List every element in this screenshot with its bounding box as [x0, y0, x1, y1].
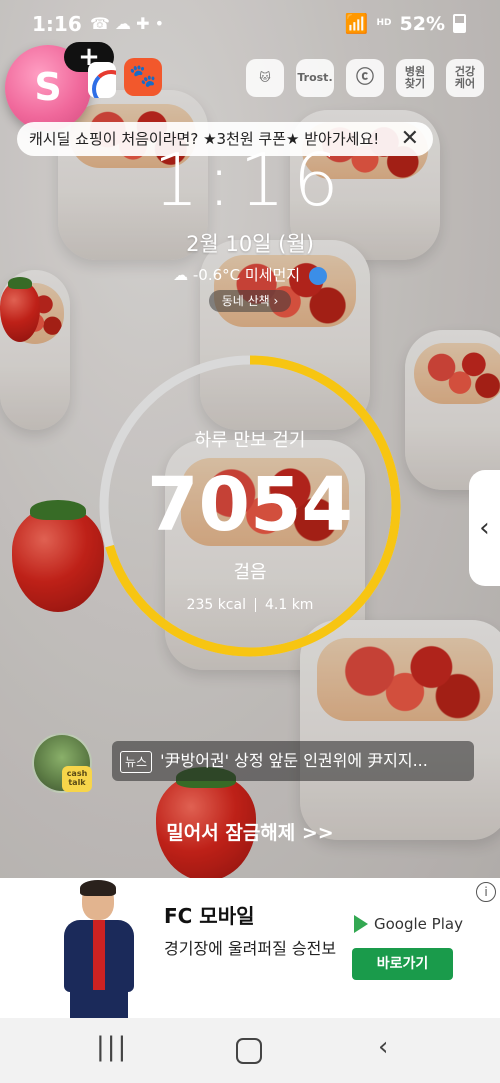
home-button[interactable] [236, 1038, 262, 1064]
cloud-icon: ☁ [173, 266, 189, 284]
trost-app-icon[interactable]: Trost. [296, 59, 334, 97]
google-play-icon [354, 915, 368, 933]
kcal-value: 235 kcal [186, 597, 246, 613]
lock-date: 2월 10일 (월) [186, 232, 314, 256]
distance-value: 4.1 km [264, 597, 314, 613]
status-time: 1:16 [32, 12, 82, 36]
weather-text: -0.6°C 미세먼지 [192, 266, 301, 284]
lock-clock: 1:16 [153, 138, 347, 222]
google-play-label: Google Play [374, 915, 463, 933]
battery-icon [453, 14, 466, 33]
news-ticker[interactable]: 뉴스 '尹방어권' 상정 앞둔 인권위에 尹지지... [112, 741, 474, 781]
ad-title: FC 모바일 [164, 904, 255, 928]
cashtalk-badge: cash talk [62, 766, 92, 792]
paw-app-icon[interactable]: 🐾 [124, 58, 162, 96]
step-goal-label: 하루 만보 걷기 [194, 430, 306, 451]
health-care-label: 건강 케어 [454, 65, 476, 90]
ad-cta-button[interactable]: 바로가기 [352, 948, 453, 980]
back-button[interactable]: ‹ [378, 1032, 388, 1062]
news-headline: '尹방어권' 상정 앞둔 인권위에 尹지지... [160, 751, 428, 770]
swipe-unlock-hint[interactable]: 밀어서 잠금해제 >> [0, 818, 500, 845]
ad-subtitle: 경기장에 울려퍼질 승전보 [164, 939, 337, 958]
edge-panel-handle[interactable]: ‹ [469, 470, 500, 586]
weather-line: ☁ -0.6°C 미세먼지 [0, 264, 500, 285]
hd-voice-icon: HD [376, 18, 392, 28]
hospital-finder-app[interactable]: 병원 찾기 [396, 59, 434, 97]
battery-percent: 52% [399, 12, 445, 35]
trost-label: Trost. [297, 71, 333, 84]
google-play-logo: Google Play [354, 915, 463, 933]
navigation-bar: ||| ‹ [0, 1018, 500, 1083]
step-stats: 235 kcal 4.1 km [96, 597, 404, 613]
neighborhood-walk-button[interactable]: 동네 산책 › [209, 290, 291, 312]
status-bar: 1:16 ☎ ☁ ✚ • 📶 HD 52% [0, 0, 500, 44]
rainbow-app-icon[interactable] [88, 62, 116, 98]
hospital-finder-label: 병원 찾기 [404, 65, 426, 90]
wifi-icon: 📶 [344, 13, 369, 35]
news-badge: 뉴스 [120, 750, 153, 773]
coin-app-icon[interactable]: ⓒ [346, 59, 384, 97]
step-count: 7054 [147, 462, 353, 548]
health-care-app[interactable]: 건강 케어 [446, 59, 484, 97]
recent-apps-button[interactable]: ||| [96, 1032, 128, 1062]
air-quality-good-icon [308, 266, 327, 285]
bottom-ad[interactable]: FC 모바일 경기장에 울려퍼질 승전보 Google Play 바로가기 i [0, 878, 500, 1018]
cat-app-icon[interactable]: 🐱 [246, 59, 284, 97]
step-counter-widget[interactable]: 하루 만보 걷기 7054 걸음 235 kcal 4.1 km [96, 352, 404, 660]
player-image [60, 880, 138, 1018]
ad-info-icon[interactable]: i [476, 882, 496, 902]
notification-icons: ☎ ☁ ✚ • [90, 14, 165, 33]
cashtalk-badge-text: cash talk [66, 769, 88, 787]
step-unit: 걸음 [233, 562, 267, 583]
